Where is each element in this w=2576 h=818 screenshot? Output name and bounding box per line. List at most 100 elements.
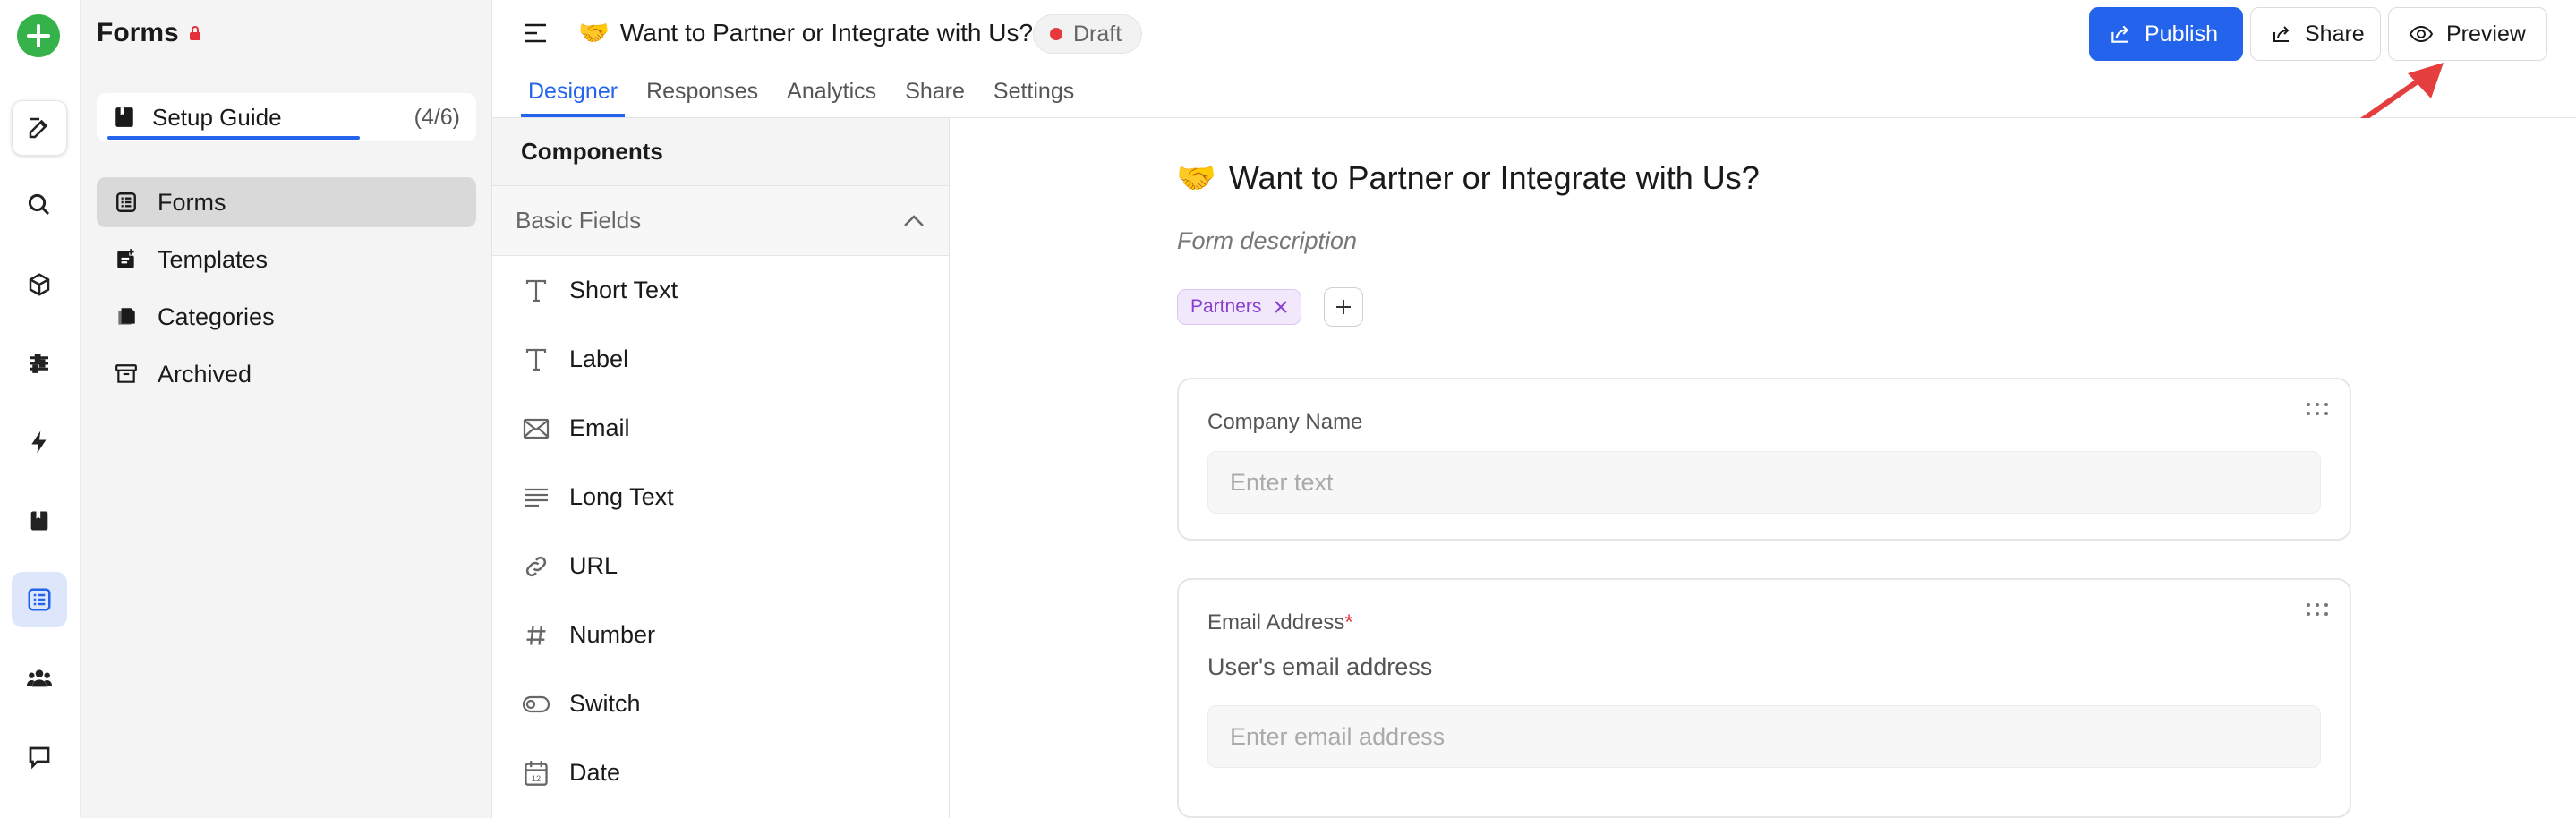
add-tag-button[interactable] (1324, 287, 1363, 327)
sidebar-title: Forms (97, 18, 202, 48)
handshake-emoji-icon: 🤝 (578, 19, 610, 47)
forms-sidebar: Forms Setup Guide (4/6) Forms Templates … (81, 0, 492, 818)
book-icon[interactable] (12, 493, 67, 549)
component-email[interactable]: Email (492, 394, 949, 463)
email-address-input[interactable]: Enter email address (1207, 705, 2321, 768)
svg-text:12: 12 (532, 774, 541, 783)
company-name-input[interactable]: Enter text (1207, 451, 2321, 514)
drag-handle-icon[interactable] (2305, 601, 2330, 619)
sidebar-item-categories[interactable]: Categories (97, 292, 476, 342)
share-button[interactable]: Share (2250, 7, 2381, 61)
icon-rail (0, 0, 81, 818)
component-date[interactable]: 12 Date (492, 738, 949, 807)
basic-fields-section-toggle[interactable]: Basic Fields (492, 186, 949, 256)
field-label-text: Email Address (1207, 610, 1345, 635)
archive-box-icon (113, 361, 140, 388)
toggle-icon (521, 689, 551, 720)
form-heading-text: Want to Partner or Integrate with Us? (1228, 159, 1760, 196)
form-title[interactable]: 🤝 Want to Partner or Integrate with Us? (578, 18, 1033, 47)
app-logo-icon[interactable] (17, 14, 60, 57)
hash-icon (521, 620, 551, 651)
tab-designer[interactable]: Designer (520, 75, 626, 117)
menu-toggle-icon[interactable] (523, 21, 550, 45)
field-help-text: User's email address (1207, 653, 1433, 680)
status-badge: Draft (1033, 14, 1143, 54)
calendar-icon: 12 (521, 758, 551, 788)
field-card-company-name[interactable]: Company Name Enter text (1177, 378, 2351, 541)
sidebar-item-templates[interactable]: Templates (97, 234, 476, 285)
book-icon (113, 106, 136, 129)
component-label: Long Text (569, 483, 674, 510)
publish-label: Publish (2145, 21, 2218, 47)
text-t-icon (521, 345, 551, 375)
component-label: Label (569, 345, 629, 372)
section-label: Basic Fields (516, 207, 642, 234)
handshake-emoji-icon: 🤝 (1176, 159, 1216, 196)
categories-icon (113, 303, 140, 330)
sidebar-item-archived[interactable]: Archived (97, 349, 476, 399)
components-title: Components (492, 118, 949, 186)
tag-label: Partners (1190, 296, 1262, 317)
setup-guide-button[interactable]: Setup Guide (4/6) (97, 93, 476, 141)
link-icon (521, 551, 551, 582)
component-long-text[interactable]: Long Text (492, 463, 949, 532)
form-title-text: Want to Partner or Integrate with Us? (619, 18, 1034, 47)
field-label: Company Name (1207, 410, 1362, 435)
form-description-field[interactable]: Form description (1177, 227, 1357, 255)
form-tabs: Designer Responses Analytics Share Setti… (520, 75, 1103, 117)
preview-label: Preview (2446, 21, 2526, 47)
edit-icon[interactable] (12, 100, 67, 156)
draft-status-dot-icon (1050, 28, 1062, 40)
sliders-icon[interactable] (12, 336, 67, 391)
publish-button[interactable]: Publish (2089, 7, 2243, 61)
field-label: Email Address* (1207, 610, 1353, 635)
close-icon[interactable] (1274, 300, 1288, 314)
components-panel: Components Basic Fields Short Text Label… (492, 118, 950, 818)
forms-list-icon (113, 189, 140, 216)
forms-rail-icon[interactable] (12, 572, 67, 627)
tab-settings[interactable]: Settings (994, 75, 1074, 115)
drag-handle-icon[interactable] (2305, 401, 2330, 419)
form-heading[interactable]: 🤝 Want to Partner or Integrate with Us? (1176, 159, 1760, 197)
form-canvas: 🤝 Want to Partner or Integrate with Us? … (950, 118, 2576, 818)
component-label: Number (569, 621, 656, 648)
publish-icon (2109, 22, 2132, 46)
setup-guide-progress-bar (107, 136, 360, 140)
sidebar-item-label: Archived (158, 360, 252, 388)
tab-share[interactable]: Share (905, 75, 965, 115)
tab-responses[interactable]: Responses (646, 75, 758, 115)
form-header: 🤝 Want to Partner or Integrate with Us? … (492, 0, 2576, 118)
sidebar-item-label: Categories (158, 302, 275, 330)
field-card-email-address[interactable]: Email Address* User's email address Ente… (1177, 578, 2351, 818)
sidebar-item-forms[interactable]: Forms (97, 177, 476, 227)
sidebar-item-label: Templates (158, 245, 269, 273)
tab-analytics[interactable]: Analytics (787, 75, 876, 115)
lightning-icon[interactable] (12, 414, 67, 470)
component-url[interactable]: URL (492, 532, 949, 601)
field-label-text: Company Name (1207, 410, 1363, 434)
tag-chip[interactable]: Partners (1177, 289, 1302, 325)
component-label: Switch (569, 690, 641, 717)
setup-guide-label: Setup Guide (152, 103, 282, 131)
templates-icon (113, 246, 140, 273)
lock-icon (188, 25, 202, 41)
component-switch[interactable]: Switch (492, 669, 949, 738)
component-label: Email (569, 414, 630, 441)
envelope-icon (521, 413, 551, 444)
chevron-up-icon (902, 214, 925, 228)
component-label: Short Text (569, 277, 678, 303)
plus-icon (1335, 298, 1352, 316)
search-icon[interactable] (12, 177, 67, 233)
component-label: Date (569, 759, 621, 786)
chat-icon[interactable] (12, 729, 67, 785)
status-badge-text: Draft (1073, 21, 1122, 47)
sidebar-item-label: Forms (158, 188, 226, 216)
component-number[interactable]: Number (492, 601, 949, 669)
share-label: Share (2305, 21, 2365, 47)
setup-guide-progress: (4/6) (414, 104, 460, 130)
component-short-text[interactable]: Short Text (492, 256, 949, 325)
users-icon[interactable] (12, 651, 67, 706)
cube-icon[interactable] (12, 257, 67, 312)
preview-button[interactable]: Preview (2388, 7, 2547, 61)
component-label[interactable]: Label (492, 325, 949, 394)
